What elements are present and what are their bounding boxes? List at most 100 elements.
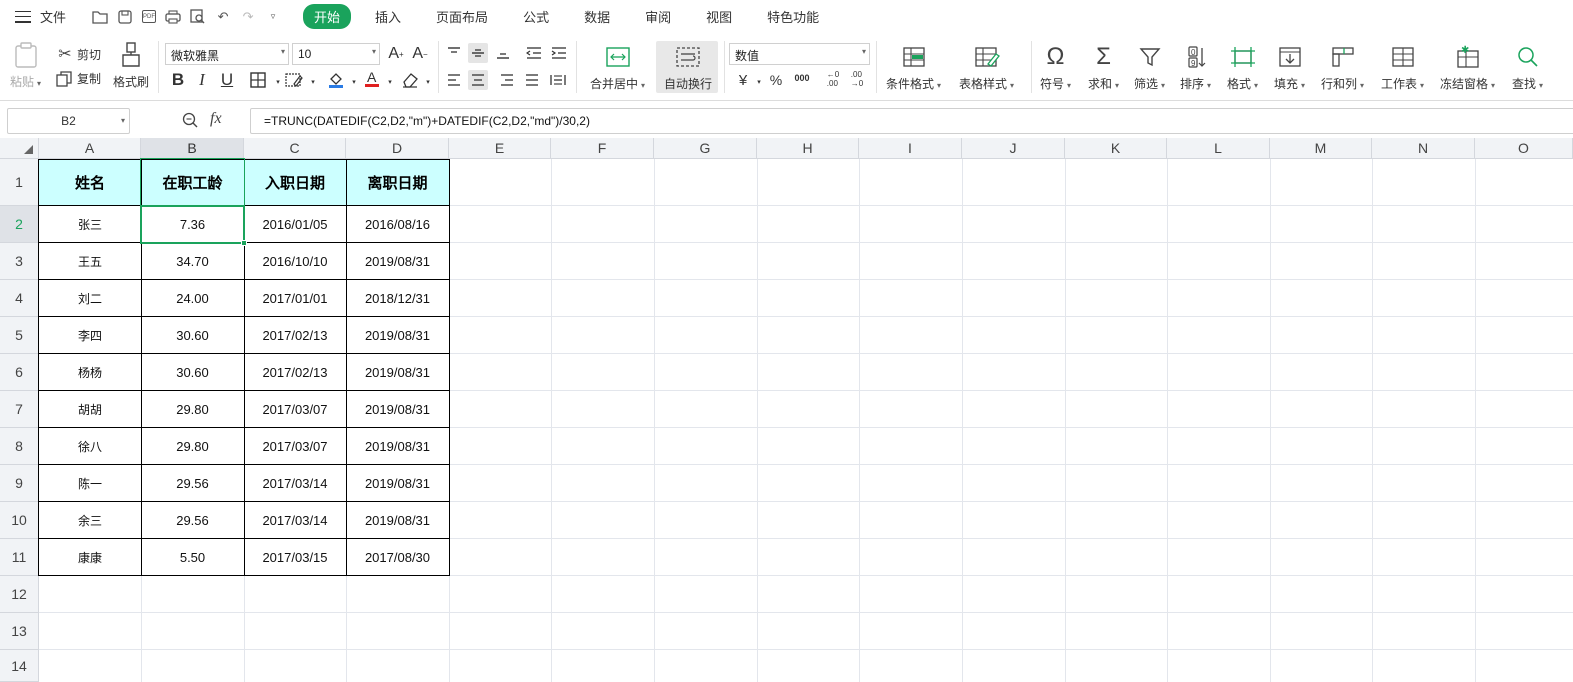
cell-d7[interactable]: 2019/08/31 [346,391,449,427]
column-header-d[interactable]: D [346,138,449,159]
row-header-14[interactable]: 14 [0,650,39,682]
print-preview-icon[interactable] [190,9,206,25]
distributed-align-icon[interactable] [548,70,568,90]
cell-b1[interactable]: 在职工龄 [141,159,244,206]
cell-a7[interactable]: 胡胡 [39,391,141,427]
cell-a3[interactable]: 王五 [39,243,141,279]
underline-icon[interactable]: U [217,70,237,90]
decrease-font-size-icon[interactable]: A − [410,44,430,64]
cell-c3[interactable]: 2016/10/10 [244,243,346,279]
column-header-l[interactable]: L [1167,138,1270,159]
rows-columns-button[interactable]: 行和列 [1321,43,1364,92]
row-header-8[interactable]: 8 [0,428,39,465]
align-top-icon[interactable] [444,43,464,63]
column-header-i[interactable]: I [859,138,962,159]
column-header-f[interactable]: F [551,138,654,159]
cell-a6[interactable]: 杨杨 [39,354,141,390]
cell-d1[interactable]: 离职日期 [346,159,449,206]
column-header-k[interactable]: K [1065,138,1167,159]
thousands-separator-icon[interactable]: 000 [792,68,812,88]
cell-b3[interactable]: 34.70 [141,243,244,279]
fill-button[interactable]: 填充 [1274,43,1305,92]
cell-d3[interactable]: 2019/08/31 [346,243,449,279]
cell-d6[interactable]: 2019/08/31 [346,354,449,390]
justify-icon[interactable] [522,70,542,90]
select-all-corner[interactable] [0,138,39,159]
freeze-panes-button[interactable]: ✱ 冻结窗格 [1440,43,1495,92]
symbol-button[interactable]: Ω 符号 [1040,43,1071,92]
column-header-g[interactable]: G [654,138,757,159]
cell-d9[interactable]: 2019/08/31 [346,465,449,501]
paste-button[interactable]: 粘贴 [10,41,41,90]
cell-c4[interactable]: 2017/01/01 [244,280,346,316]
cell-a2[interactable]: 张三 [39,206,141,242]
cell-b2[interactable]: 7.36 [141,206,244,242]
align-middle-icon[interactable] [468,43,488,63]
cell-c8[interactable]: 2017/03/07 [244,428,346,464]
row-header-7[interactable]: 7 [0,391,39,428]
align-right-icon[interactable] [497,70,517,90]
cell-c2[interactable]: 2016/01/05 [244,206,346,242]
column-header-m[interactable]: M [1270,138,1372,159]
cell-a9[interactable]: 陈一 [39,465,141,501]
filter-button[interactable]: 筛选 [1134,43,1165,92]
cell-c9[interactable]: 2017/03/14 [244,465,346,501]
align-left-icon[interactable] [444,70,464,90]
column-header-e[interactable]: E [449,138,551,159]
print-icon[interactable] [165,9,181,25]
row-header-10[interactable]: 10 [0,502,39,539]
formula-input[interactable]: =TRUNC(DATEDIF(C2,D2,"m")+DATEDIF(C2,D2,… [250,108,1573,134]
undo-icon[interactable]: ↶ [215,9,231,25]
italic-icon[interactable]: I [192,70,212,90]
cell-a11[interactable]: 康康 [39,539,141,575]
cell-b4[interactable]: 24.00 [141,280,244,316]
column-header-b[interactable]: B [141,138,244,159]
font-size-select[interactable]: 10 ▾ [292,43,380,65]
find-button[interactable]: 查找 [1512,43,1543,92]
row-header-12[interactable]: 12 [0,576,39,613]
cell-d11[interactable]: 2017/08/30 [346,539,449,575]
tab-insert[interactable]: 插入 [364,4,412,29]
cell-d5[interactable]: 2019/08/31 [346,317,449,353]
merge-center-button[interactable]: 合并居中 [590,43,645,92]
decrease-decimal-icon[interactable]: .00 →0 [846,69,868,89]
customize-icon[interactable]: ▿ [265,9,281,25]
cell-c6[interactable]: 2017/02/13 [244,354,346,390]
column-header-j[interactable]: J [962,138,1065,159]
cell-b6[interactable]: 30.60 [141,354,244,390]
format-painter-button[interactable]: 格式刷 [113,41,149,90]
row-header-3[interactable]: 3 [0,243,39,280]
bold-icon[interactable]: B [168,70,188,90]
cell-d10[interactable]: 2019/08/31 [346,502,449,538]
table-style-button[interactable]: 表格样式 [959,43,1014,92]
file-menu[interactable]: 文件 [40,7,66,26]
cell-a4[interactable]: 刘二 [39,280,141,316]
cell-c7[interactable]: 2017/03/07 [244,391,346,427]
cell-d8[interactable]: 2019/08/31 [346,428,449,464]
cell-d4[interactable]: 2018/12/31 [346,280,449,316]
row-header-13[interactable]: 13 [0,613,39,650]
increase-font-size-icon[interactable]: A + [386,44,406,64]
hamburger-menu-icon[interactable] [15,10,31,23]
tab-review[interactable]: 审阅 [634,4,682,29]
copy-button[interactable]: 复制 [56,70,101,87]
cell-b9[interactable]: 29.56 [141,465,244,501]
row-header-6[interactable]: 6 [0,354,39,391]
cell-a8[interactable]: 徐八 [39,428,141,464]
cell-c10[interactable]: 2017/03/14 [244,502,346,538]
tab-view[interactable]: 视图 [695,4,743,29]
cell-b8[interactable]: 29.80 [141,428,244,464]
row-header-2[interactable]: 2 [0,206,39,243]
cell-d2[interactable]: 2016/08/16 [346,206,449,242]
cell-style-icon[interactable] [284,70,304,90]
fill-color-dropdown-icon[interactable]: ▾ [344,72,364,92]
percent-icon[interactable]: % [766,70,786,90]
column-header-c[interactable]: C [244,138,346,159]
borders-icon[interactable] [248,70,268,90]
tab-formulas[interactable]: 公式 [512,4,560,29]
wrap-text-content[interactable]: 自动换行 [664,43,712,92]
cell-b5[interactable]: 30.60 [141,317,244,353]
zoom-formula-icon[interactable] [182,112,198,132]
tab-data[interactable]: 数据 [573,4,621,29]
pdf-icon[interactable]: PDF [142,10,157,23]
